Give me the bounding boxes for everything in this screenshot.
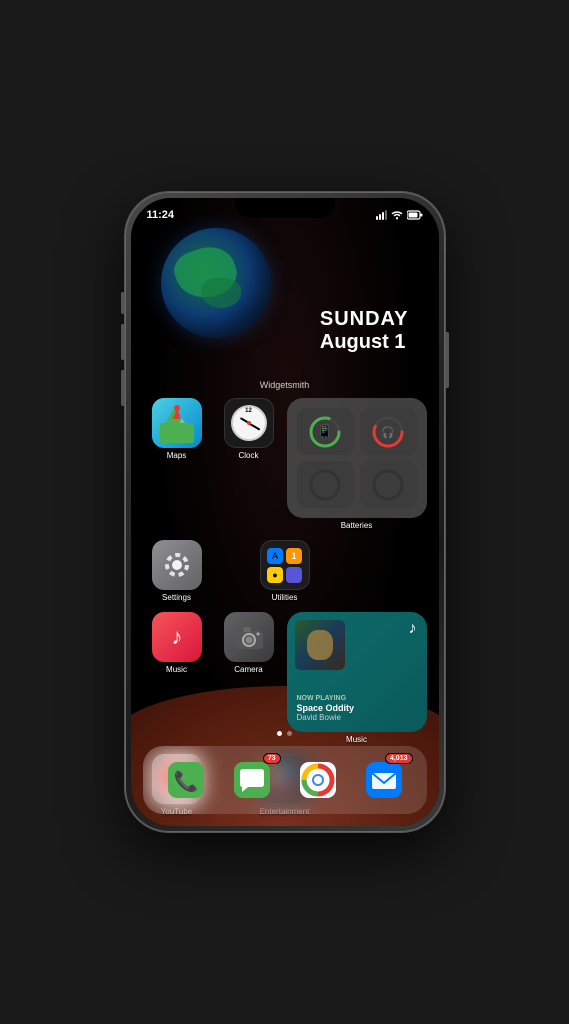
app-row-1: Maps 12 Clock <box>143 398 427 530</box>
dock-phone-icon: 📞 <box>168 762 204 798</box>
utilities-label: Utilities <box>272 593 298 602</box>
page-dots <box>131 731 439 736</box>
battery-earbuds: 🎧 <box>360 408 417 455</box>
settings-label: Settings <box>162 593 191 602</box>
status-time: 11:24 <box>147 209 175 221</box>
dot-2 <box>287 731 292 736</box>
app-settings[interactable]: Settings <box>143 540 211 602</box>
utilities-grid: A 1 ● <box>263 544 306 587</box>
music-widget-label: Music <box>346 735 367 744</box>
status-icons <box>376 210 423 220</box>
signal-bars <box>376 210 387 220</box>
maps-svg <box>152 398 202 448</box>
clock-label: Clock <box>238 451 258 460</box>
album-art <box>295 620 345 670</box>
song-title: Space Oddity <box>297 703 417 713</box>
settings-icon <box>152 540 202 590</box>
svg-text:📱: 📱 <box>317 424 333 439</box>
dot-1 <box>277 731 282 736</box>
earth-widget <box>161 228 271 338</box>
dock-chrome[interactable] <box>295 757 341 803</box>
app-clock[interactable]: 12 Clock <box>215 398 283 460</box>
battery-item3 <box>297 461 354 508</box>
music-note-icon: ♪ <box>409 620 417 638</box>
battery-icon <box>407 210 423 220</box>
battery-phone: 📱 <box>297 408 354 455</box>
now-playing-widget: ♪ NOW PLAYING Space Oddity David Bowie <box>287 612 427 732</box>
camera-svg <box>233 623 265 651</box>
app-camera[interactable]: Camera <box>215 612 283 674</box>
music-label: Music <box>166 665 187 674</box>
batteries-label: Batteries <box>341 521 373 530</box>
song-artist: David Bowie <box>297 713 417 722</box>
clock-face: 12 <box>231 405 267 441</box>
settings-svg <box>162 550 192 580</box>
battery-item3-svg <box>308 468 342 502</box>
phone-screen: 11:24 <box>131 198 439 826</box>
home-screen: 11:24 <box>131 198 439 826</box>
dock-phone[interactable]: 📞 <box>163 757 209 803</box>
widget-day: SUNDAY <box>320 308 409 331</box>
svg-text:♪: ♪ <box>171 624 182 649</box>
music-icon: ♪ <box>152 612 202 662</box>
signal-bar-2 <box>379 214 381 220</box>
maps-label: Maps <box>167 451 187 460</box>
battery-item4 <box>360 461 417 508</box>
maps-icon <box>152 398 202 448</box>
battery-earbuds-svg: 🎧 <box>371 415 405 449</box>
dock-messages-icon <box>234 762 270 798</box>
signal-bar-1 <box>376 216 378 220</box>
clock-center <box>247 421 251 425</box>
app-utilities[interactable]: A 1 ● Utilities <box>251 540 319 602</box>
app-row-3: ♪ Music <box>143 612 427 744</box>
batteries-widget-container[interactable]: 📱 🎧 <box>287 398 427 530</box>
signal-bar-3 <box>382 212 384 220</box>
utilities-icon: A 1 ● <box>260 540 310 590</box>
notch <box>235 198 335 218</box>
dock-mail[interactable]: 4,013 <box>361 757 407 803</box>
signal-bar-4 <box>385 210 387 220</box>
camera-icon <box>224 612 274 662</box>
dock: 📞 73 <box>143 746 427 814</box>
svg-text:📞: 📞 <box>173 768 198 793</box>
app-maps[interactable]: Maps <box>143 398 211 460</box>
svg-text:🎧: 🎧 <box>381 426 395 439</box>
clock-icon: 12 <box>224 398 274 448</box>
widgetsmith-label: Widgetsmith <box>131 380 439 390</box>
messages-badge: 73 <box>263 753 281 764</box>
now-playing-label: NOW PLAYING <box>297 695 417 702</box>
batteries-widget: 📱 🎧 <box>287 398 427 518</box>
battery-item4-svg <box>371 468 405 502</box>
app-row-2: Settings A 1 ● Utilities <box>143 540 427 602</box>
dock-messages[interactable]: 73 <box>229 757 275 803</box>
mail-badge: 4,013 <box>385 753 413 764</box>
music-widget-container[interactable]: ♪ NOW PLAYING Space Oddity David Bowie M… <box>287 612 427 744</box>
music-svg: ♪ <box>162 622 192 652</box>
date-widget: SUNDAY August 1 <box>320 308 409 354</box>
widget-date: August 1 <box>320 331 409 354</box>
battery-phone-svg: 📱 <box>308 415 342 449</box>
dock-mail-icon <box>366 762 402 798</box>
app-music[interactable]: ♪ Music <box>143 612 211 674</box>
camera-label: Camera <box>234 665 262 674</box>
phone-frame: 11:24 <box>125 192 445 832</box>
dock-chrome-icon <box>300 762 336 798</box>
wifi-icon <box>391 210 403 220</box>
